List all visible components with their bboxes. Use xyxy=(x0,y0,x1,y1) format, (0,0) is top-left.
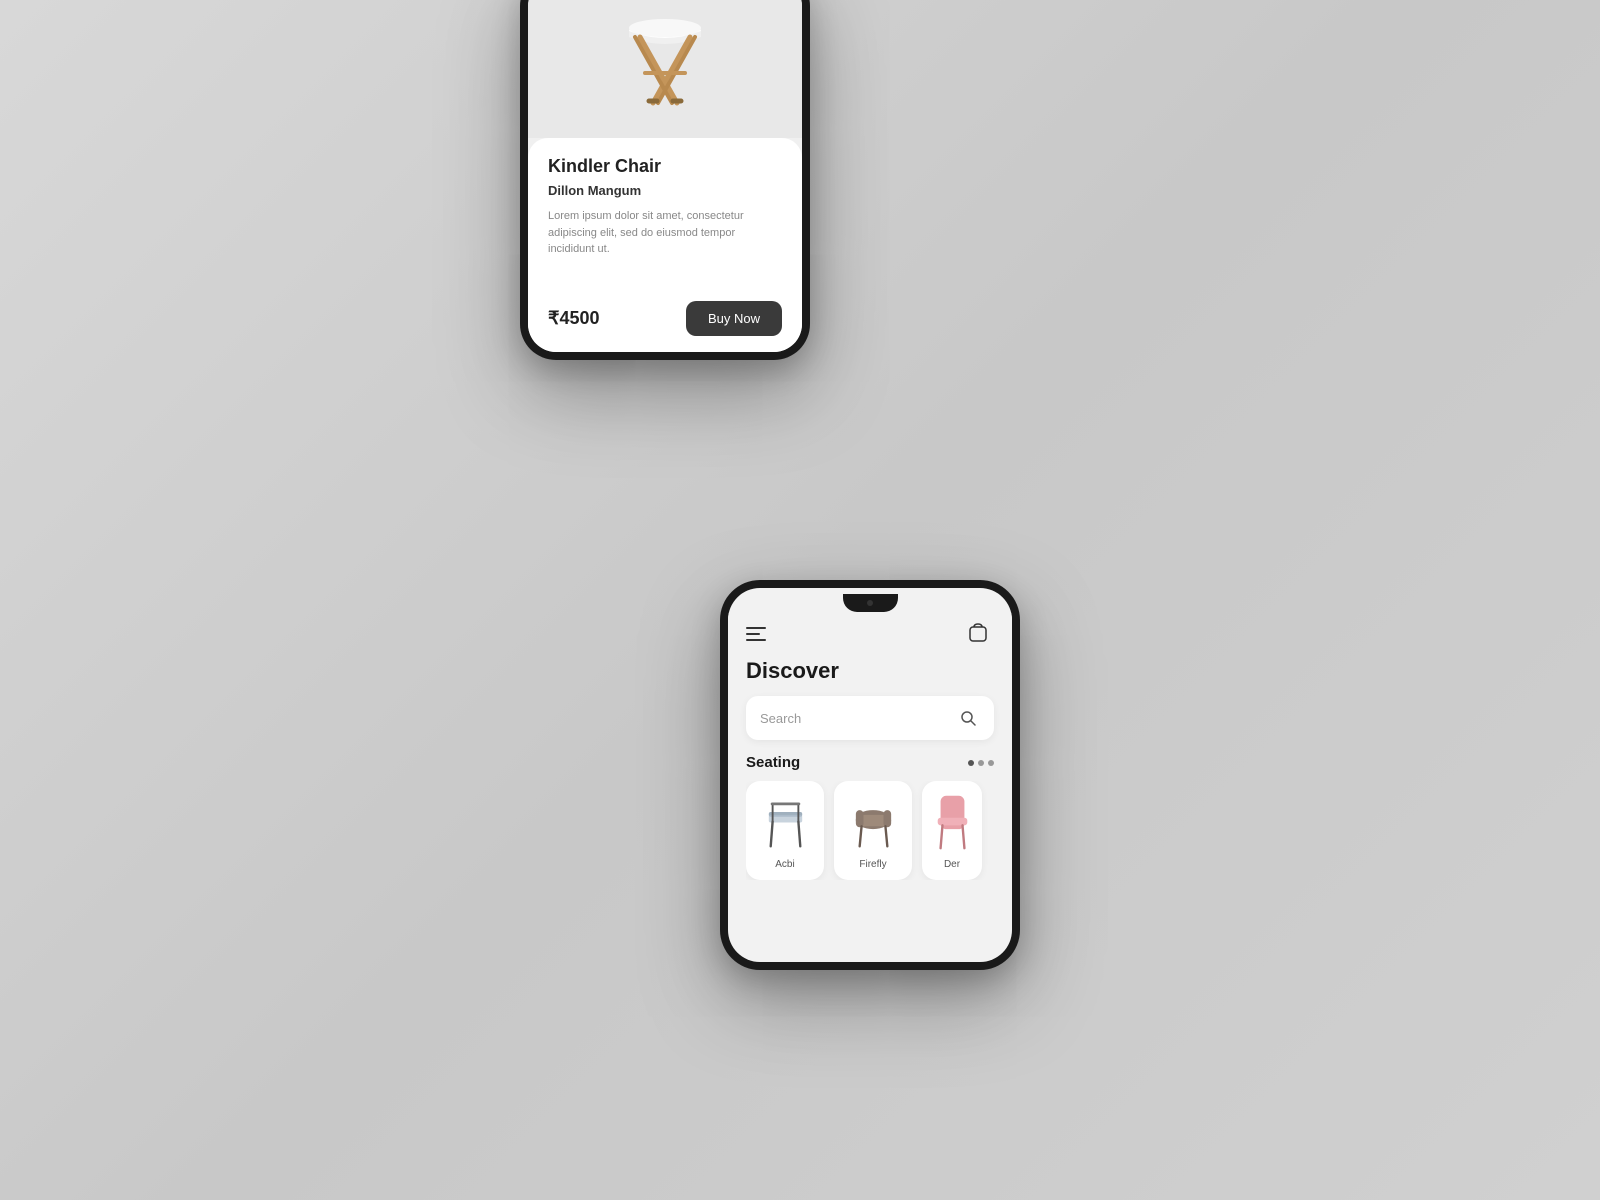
product-price: ₹4500 xyxy=(548,308,600,329)
cart-svg xyxy=(967,623,989,645)
product-card-firefly[interactable]: Firefly xyxy=(834,781,912,880)
discover-title: Discover xyxy=(746,658,994,684)
camera-dot xyxy=(867,600,873,606)
dot-1 xyxy=(978,760,984,766)
cart-icon[interactable] xyxy=(962,618,994,650)
buy-now-button[interactable]: Buy Now xyxy=(686,301,782,336)
search-bar[interactable]: Search xyxy=(746,696,994,740)
dot-2 xyxy=(988,760,994,766)
products-row: Acbi Firefly xyxy=(746,781,994,880)
acbi-chair-img xyxy=(758,791,813,853)
search-icon[interactable] xyxy=(956,706,980,730)
firefly-label: Firefly xyxy=(859,859,886,870)
product-image-area xyxy=(528,0,802,138)
menu-icon[interactable] xyxy=(746,627,766,641)
product-title: Kindler Chair xyxy=(548,156,782,177)
phone2-screen: Discover Search Seating xyxy=(728,588,1012,962)
product-card: Kindler Chair Dillon Mangum Lorem ipsum … xyxy=(528,138,802,352)
product-author: Dillon Mangum xyxy=(548,183,782,198)
phone2-device: Discover Search Seating xyxy=(720,580,1020,970)
search-placeholder: Search xyxy=(760,711,801,726)
der-chair-img xyxy=(925,791,980,853)
firefly-chair-img xyxy=(846,791,901,853)
phone2-top-bar xyxy=(728,612,1012,650)
der-label: Der xyxy=(944,859,960,870)
dot-active xyxy=(968,760,974,766)
product-description: Lorem ipsum dolor sit amet, consectetur … xyxy=(548,208,782,258)
chair-illustration xyxy=(605,0,725,123)
product-footer: ₹4500 Buy Now xyxy=(548,293,782,336)
seating-section-title: Seating xyxy=(746,754,800,771)
product-card-der[interactable]: Der xyxy=(922,781,982,880)
notch-pill xyxy=(843,594,898,612)
phone1-device: Kindler Chair Dillon Mangum Lorem ipsum … xyxy=(520,0,810,360)
product-card-acbi[interactable]: Acbi xyxy=(746,781,824,880)
phone-notch-area xyxy=(728,588,1012,612)
phone2-content: Discover Search Seating xyxy=(728,650,1012,962)
section-header: Seating xyxy=(746,754,994,771)
acbi-label: Acbi xyxy=(775,859,794,870)
section-dots xyxy=(968,760,994,766)
phone1-screen: Kindler Chair Dillon Mangum Lorem ipsum … xyxy=(528,0,802,352)
